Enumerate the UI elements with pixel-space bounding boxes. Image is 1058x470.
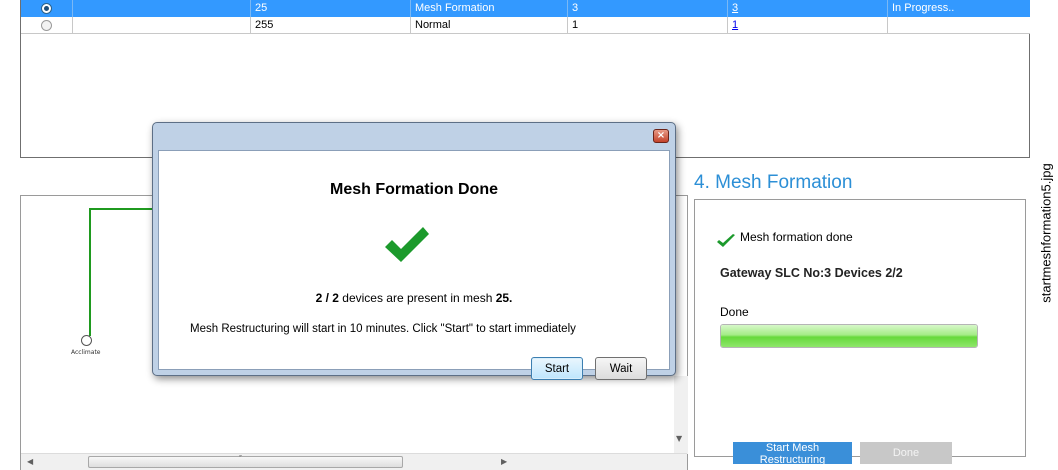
status-cell: Normal xyxy=(411,17,568,34)
dialog-title: Mesh Formation Done xyxy=(329,181,498,198)
progress-label: Done xyxy=(720,305,749,319)
gateway-label: Gateway SLC No:3 Devices 2/2 xyxy=(720,266,903,280)
vertical-scrollbar[interactable]: ▼ xyxy=(674,376,688,454)
count-cell: 1 xyxy=(568,17,728,34)
wait-button[interactable]: Wait xyxy=(595,357,647,380)
image-filename: startmeshformation5.jpg xyxy=(1038,163,1054,303)
node-label: Acclimate xyxy=(71,349,101,356)
scroll-thumb[interactable]: ″ xyxy=(88,454,403,468)
mesh-link-line xyxy=(89,208,159,210)
horizontal-scrollbar[interactable]: ◀ ″ ▶ xyxy=(21,453,687,470)
device-node[interactable] xyxy=(81,335,92,346)
table-row[interactable]: 25 Mesh Formation 3 3 In Progress.. xyxy=(21,0,1030,17)
mesh-id-cell: 25 xyxy=(251,0,411,17)
restructuring-info: Mesh Restructuring will start in 10 minu… xyxy=(190,323,576,335)
state-cell xyxy=(888,17,1030,34)
step-title: 4. Mesh Formation xyxy=(694,172,853,193)
dialog-body: Mesh Formation Done 2 / 2 devices are pr… xyxy=(158,150,670,380)
progress-fill xyxy=(721,325,977,347)
table-row[interactable]: 255 Normal 1 1 xyxy=(21,17,1030,34)
mesh-link-line xyxy=(89,208,91,336)
close-icon[interactable]: × xyxy=(653,129,669,143)
check-icon xyxy=(385,227,429,262)
devices-link-cell: 1 xyxy=(728,17,888,34)
state-cell: In Progress.. xyxy=(892,2,955,14)
status-cell: Mesh Formation xyxy=(411,0,568,17)
devices-count: 2 / 2 xyxy=(315,291,339,305)
devices-text: devices are present in mesh xyxy=(338,291,496,305)
status-text: Mesh formation done xyxy=(740,230,853,244)
count-cell: 3 xyxy=(568,0,728,17)
devices-summary: 2 / 2 devices are present in mesh 25. xyxy=(159,291,669,305)
start-mesh-restructuring-button[interactable]: Start Mesh Restructuring xyxy=(733,442,852,466)
scroll-right-icon[interactable]: ▶ xyxy=(501,457,507,466)
check-icon xyxy=(717,234,735,247)
row-radio-selected[interactable] xyxy=(41,3,52,14)
row-select-cell[interactable] xyxy=(21,0,73,17)
mesh-id: 25. xyxy=(495,291,513,305)
row-radio[interactable] xyxy=(41,20,52,31)
devices-link-cell: 3 xyxy=(728,0,888,17)
devices-link[interactable]: 3 xyxy=(732,2,738,14)
devices-link[interactable]: 1 xyxy=(732,19,738,31)
row-select-cell[interactable] xyxy=(21,17,73,34)
scroll-down-icon[interactable]: ▼ xyxy=(676,434,682,443)
mesh-id-cell: 255 xyxy=(251,17,411,34)
start-button[interactable]: Start xyxy=(531,357,583,380)
scroll-grip-icon: ″ xyxy=(239,454,242,463)
scroll-left-icon[interactable]: ◀ xyxy=(27,457,33,466)
mesh-formation-panel: Mesh formation done Gateway SLC No:3 Dev… xyxy=(694,199,1026,466)
mesh-formation-done-dialog: × Mesh Formation Done 2 / 2 devices are … xyxy=(152,122,676,380)
progress-bar xyxy=(720,324,978,348)
table-cell xyxy=(73,17,251,34)
done-button[interactable]: Done xyxy=(860,442,952,464)
table-cell xyxy=(73,0,251,17)
